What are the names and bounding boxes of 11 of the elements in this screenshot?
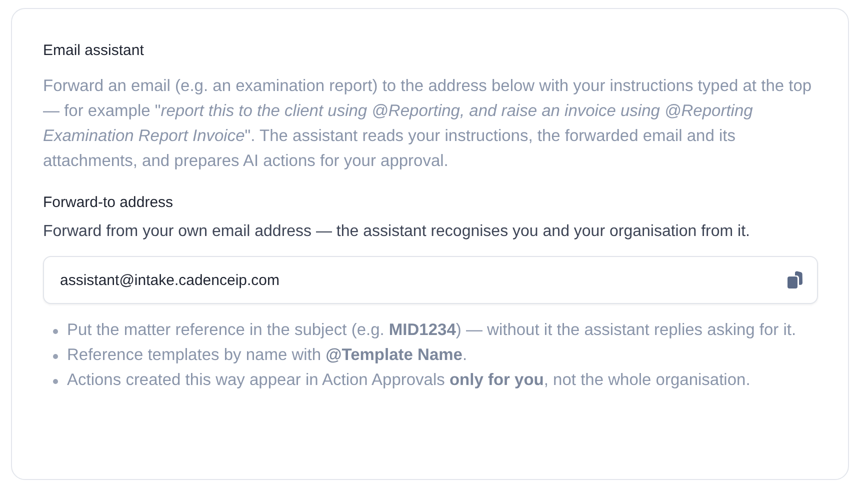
tip-text: Put the matter reference in the subject (e.g. MID1234) — without it the assistant replies asking for it. — [67, 320, 796, 341]
section-hint: Forward from your own email address — the assistant recognises you and your organisation from it. — [43, 223, 751, 241]
bullet-dot — [53, 379, 58, 384]
tip-text: Reference templates by name with @Template Name. — [67, 345, 468, 366]
tip-text: Actions created this way appear in Action Approvals only for you, not the whole organisation. — [67, 370, 750, 391]
address-field[interactable]: assistant@intake.cadenceip.com — [43, 256, 818, 304]
card-title: Email assistant — [43, 42, 145, 59]
description: Forward an email (e.g. an examination report) to the address below with your instructions typed at the top — for example "report this to the client using @Reporting, and raise an invoice using @Reporting Examination Report Invoice". The assistant reads your instructions, the forwarded email and its attachments, and prepares AI actions for your approval. — [43, 76, 813, 172]
bullet-dot — [53, 329, 58, 334]
bullet-dot — [53, 354, 58, 359]
section-title: Forward-to address — [43, 194, 174, 211]
